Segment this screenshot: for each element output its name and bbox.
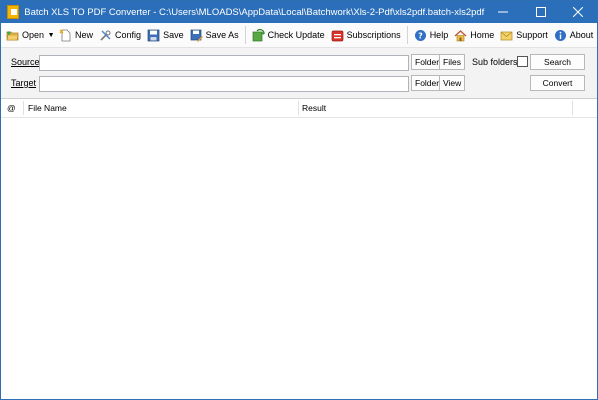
support-button[interactable]: Support <box>497 25 551 45</box>
toolbar-divider <box>244 26 246 44</box>
help-icon: ? <box>414 29 427 42</box>
save-as-label: Save As <box>205 30 239 40</box>
about-button[interactable]: About <box>551 25 597 45</box>
column-header-file-name[interactable]: File Name <box>28 99 67 117</box>
target-input[interactable] <box>39 76 409 92</box>
folder-open-icon <box>6 29 19 42</box>
column-divider[interactable] <box>23 101 24 115</box>
open-button[interactable]: Open <box>3 25 47 45</box>
source-label: Source <box>11 57 40 67</box>
close-button[interactable] <box>559 1 597 23</box>
update-icon <box>252 28 265 42</box>
toolbar: Open ▼ New Config Save Save As Check Upd… <box>1 23 597 48</box>
window-title: Batch XLS TO PDF Converter - C:\Users\ML… <box>24 6 485 18</box>
home-button[interactable]: Home <box>451 25 497 45</box>
save-as-button[interactable]: Save As <box>187 25 242 45</box>
app-icon <box>7 5 20 19</box>
convert-button[interactable]: Convert <box>530 75 585 91</box>
source-row: Source Folder Files Sub folders Search <box>1 54 597 72</box>
subscriptions-button[interactable]: Subscriptions <box>328 25 404 45</box>
about-label: About <box>569 30 594 40</box>
source-input[interactable] <box>39 55 409 71</box>
app-window: Batch XLS TO PDF Converter - C:\Users\ML… <box>0 0 598 400</box>
support-label: Support <box>516 30 548 40</box>
maximize-button[interactable] <box>522 1 560 23</box>
info-icon <box>554 29 567 42</box>
new-label: New <box>75 30 94 40</box>
column-header-result[interactable]: Result <box>302 99 326 117</box>
target-label: Target <box>11 78 37 88</box>
file-list[interactable]: @ File Name Result <box>1 99 597 399</box>
open-label: Open <box>22 30 45 40</box>
open-dropdown-arrow[interactable]: ▼ <box>46 25 56 45</box>
subscriptions-icon <box>331 29 344 42</box>
title-bar: Batch XLS TO PDF Converter - C:\Users\ML… <box>1 1 597 23</box>
help-label: Help <box>429 30 449 40</box>
maximize-icon <box>535 7 546 17</box>
new-file-icon <box>59 29 72 42</box>
source-target-panel: Source Folder Files Sub folders Search T… <box>1 48 597 99</box>
toolbar-divider <box>406 26 408 44</box>
home-icon <box>454 29 467 42</box>
new-button[interactable]: New <box>56 25 96 45</box>
sub-folders-label: Sub folders <box>472 57 518 67</box>
help-button[interactable]: ? Help <box>411 25 452 45</box>
target-row: Target Folder View Convert <box>1 75 597 93</box>
tools-icon <box>99 29 112 42</box>
close-icon <box>573 7 584 17</box>
check-update-button[interactable]: Check Update <box>249 25 328 45</box>
config-button[interactable]: Config <box>96 25 144 45</box>
save-icon <box>147 29 160 42</box>
column-divider[interactable] <box>572 101 573 115</box>
save-as-icon <box>190 29 203 42</box>
svg-text:?: ? <box>418 31 423 40</box>
save-label: Save <box>163 30 184 40</box>
config-label: Config <box>115 30 142 40</box>
search-button[interactable]: Search <box>530 54 585 70</box>
column-header-status[interactable]: @ <box>7 99 16 117</box>
view-button[interactable]: View <box>439 75 466 91</box>
files-button[interactable]: Files <box>439 54 465 70</box>
subscriptions-label: Subscriptions <box>346 30 401 40</box>
home-label: Home <box>470 30 495 40</box>
support-icon <box>500 29 513 42</box>
save-button[interactable]: Save <box>144 25 187 45</box>
column-divider[interactable] <box>298 101 299 115</box>
sub-folders-checkbox[interactable] <box>517 56 528 67</box>
minimize-button[interactable] <box>484 1 522 23</box>
minimize-icon <box>498 11 509 13</box>
list-header: @ File Name Result <box>1 99 597 118</box>
check-update-label: Check Update <box>267 30 325 40</box>
